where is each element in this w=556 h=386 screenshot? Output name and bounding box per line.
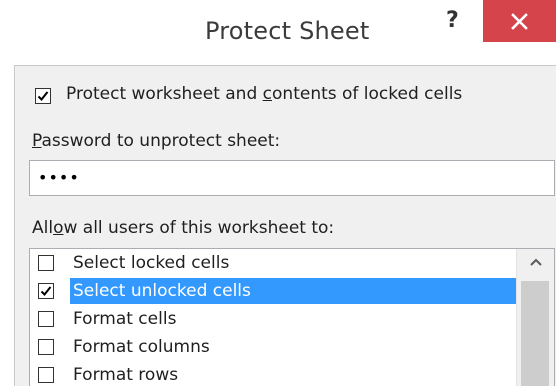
permission-item-format-rows[interactable]: Format rows: [30, 361, 516, 386]
protect-label-part: Protect worksheet and: [66, 84, 263, 104]
permission-label: Format columns: [73, 337, 210, 357]
permission-checkbox[interactable]: [38, 283, 54, 299]
permission-checkbox[interactable]: [38, 339, 54, 355]
vertical-scrollbar[interactable]: [516, 249, 554, 386]
close-icon: [511, 13, 528, 30]
allow-users-label: Allow all users of this worksheet to:: [32, 218, 334, 238]
password-label-accelerator: P: [32, 131, 42, 151]
help-button[interactable]: ?: [446, 8, 459, 33]
allow-label-part: w all users of this worksheet to:: [63, 218, 335, 238]
permission-label: Select locked cells: [73, 253, 230, 273]
permission-label: Format rows: [73, 365, 179, 385]
protect-label-accelerator: c: [262, 84, 273, 104]
protect-label-part: ontents of locked cells: [272, 84, 463, 104]
permission-checkbox[interactable]: [38, 255, 54, 271]
password-label: Password to unprotect sheet:: [32, 131, 280, 151]
permission-checkbox[interactable]: [38, 367, 54, 383]
chevron-up-icon: [530, 258, 542, 266]
close-button[interactable]: [483, 0, 556, 42]
scrollbar-thumb[interactable]: [521, 281, 549, 386]
checkmark-icon: [40, 286, 52, 296]
allow-label-part: All: [32, 218, 54, 238]
scroll-up-button[interactable]: [517, 249, 554, 277]
permission-checkbox[interactable]: [38, 311, 54, 327]
dialog-title: Protect Sheet: [205, 17, 370, 45]
password-label-part: assword to unprotect sheet:: [41, 131, 281, 151]
permission-label: Format cells: [73, 309, 177, 329]
protect-sheet-label: Protect worksheet and contents of locked…: [66, 84, 462, 104]
permission-item-format-columns[interactable]: Format columns: [30, 333, 516, 361]
permission-item-select-unlocked-cells[interactable]: Select unlocked cells: [30, 277, 516, 305]
permission-item-format-cells[interactable]: Format cells: [30, 305, 516, 333]
checkmark-icon: [37, 91, 49, 101]
permission-label: Select unlocked cells: [70, 278, 516, 304]
title-bar: Protect Sheet ?: [0, 0, 556, 70]
permissions-list[interactable]: Select locked cells Select unlocked cell…: [29, 248, 555, 386]
password-value: ••••: [38, 168, 80, 187]
protect-sheet-checkbox[interactable]: [35, 88, 51, 104]
allow-label-accelerator: o: [53, 218, 64, 238]
password-field[interactable]: ••••: [29, 160, 555, 196]
permission-item-select-locked-cells[interactable]: Select locked cells: [30, 249, 516, 277]
